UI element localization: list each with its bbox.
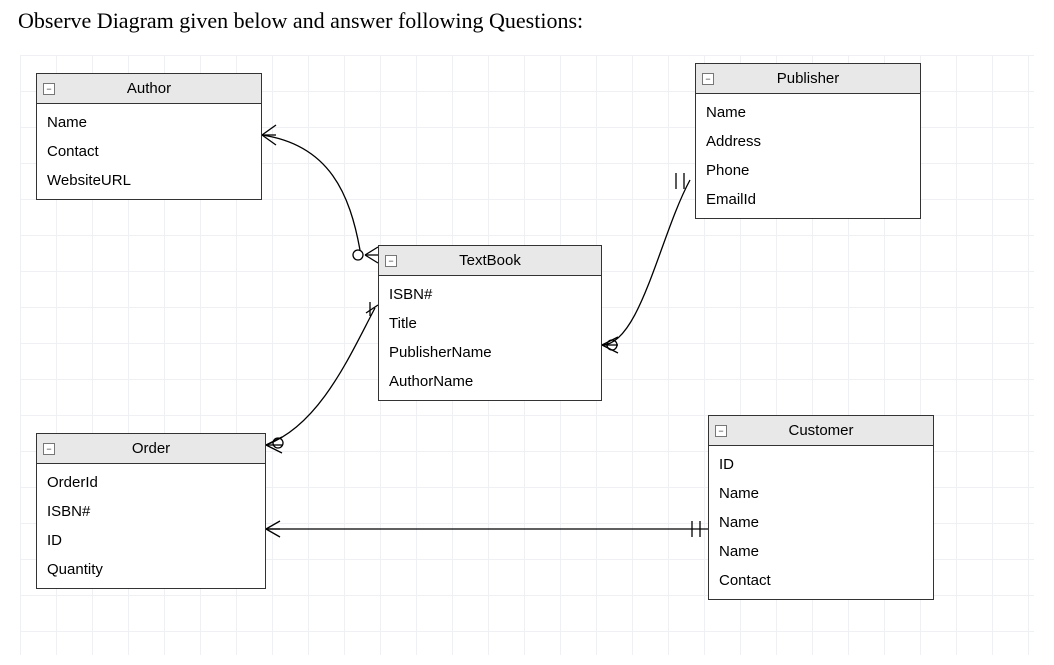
attr: EmailId — [696, 185, 920, 214]
entity-publisher[interactable]: − Publisher Name Address Phone EmailId — [695, 63, 921, 219]
entity-header-order: − Order — [37, 434, 265, 464]
attr: OrderId — [37, 468, 265, 497]
entity-header-publisher: − Publisher — [696, 64, 920, 94]
attr: Address — [696, 127, 920, 156]
attr: ID — [37, 526, 265, 555]
entity-title: Customer — [788, 422, 853, 439]
entity-title: Publisher — [777, 70, 840, 87]
attr: Quantity — [37, 555, 265, 584]
diagram-canvas: − Author Name Contact WebsiteURL − Publi… — [20, 55, 1034, 655]
entity-textbook[interactable]: − TextBook ISBN# Title PublisherName Aut… — [378, 245, 602, 401]
attr: ISBN# — [37, 497, 265, 526]
entity-body: Name Address Phone EmailId — [696, 94, 920, 218]
entity-body: Name Contact WebsiteURL — [37, 104, 261, 199]
attr: ISBN# — [379, 280, 601, 309]
attr: Phone — [696, 156, 920, 185]
entity-header-textbook: − TextBook — [379, 246, 601, 276]
entity-header-author: − Author — [37, 74, 261, 104]
attr: AuthorName — [379, 367, 601, 396]
entity-header-customer: − Customer — [709, 416, 933, 446]
attr: Name — [37, 108, 261, 137]
attr: Name — [696, 98, 920, 127]
attr: PublisherName — [379, 338, 601, 367]
attr: Contact — [709, 566, 933, 595]
entity-title: Author — [127, 80, 171, 97]
collapse-icon[interactable]: − — [385, 255, 397, 267]
entity-body: ID Name Name Name Contact — [709, 446, 933, 599]
collapse-icon[interactable]: − — [43, 83, 55, 95]
attr: Name — [709, 537, 933, 566]
entity-order[interactable]: − Order OrderId ISBN# ID Quantity — [36, 433, 266, 589]
entity-customer[interactable]: − Customer ID Name Name Name Contact — [708, 415, 934, 600]
attr: Contact — [37, 137, 261, 166]
instruction-text: Observe Diagram given below and answer f… — [18, 8, 583, 34]
collapse-icon[interactable]: − — [702, 73, 714, 85]
entity-body: ISBN# Title PublisherName AuthorName — [379, 276, 601, 400]
attr: Name — [709, 508, 933, 537]
collapse-icon[interactable]: − — [43, 443, 55, 455]
entity-title: Order — [132, 440, 170, 457]
collapse-icon[interactable]: − — [715, 425, 727, 437]
attr: WebsiteURL — [37, 166, 261, 195]
entity-body: OrderId ISBN# ID Quantity — [37, 464, 265, 588]
entity-title: TextBook — [459, 252, 521, 269]
attr: ID — [709, 450, 933, 479]
entity-author[interactable]: − Author Name Contact WebsiteURL — [36, 73, 262, 200]
attr: Title — [379, 309, 601, 338]
attr: Name — [709, 479, 933, 508]
